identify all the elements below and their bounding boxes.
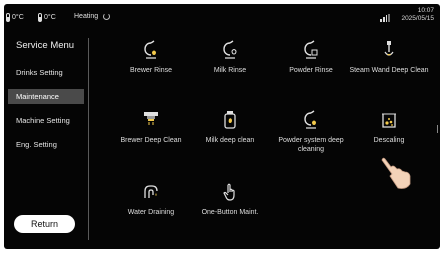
powder-rinse-icon bbox=[304, 40, 318, 59]
tile-label: Brewer Rinse bbox=[129, 67, 172, 74]
thermometer-icon bbox=[38, 13, 42, 22]
tile-label: Steam Wand Deep Clean bbox=[349, 67, 429, 74]
heating-label: Heating bbox=[74, 13, 99, 20]
tile-label: Powder system deep cleaning bbox=[278, 137, 344, 153]
loading-spinner-icon bbox=[103, 13, 111, 20]
tile-label: One-Button Maint. bbox=[201, 209, 259, 216]
sidebar-item-machine-setting[interactable]: Machine Setting bbox=[8, 113, 84, 128]
powder-deep-clean-icon bbox=[304, 110, 316, 129]
sidebar-divider bbox=[88, 38, 89, 240]
tile-milk-deep-clean[interactable]: Milk deep clean bbox=[185, 110, 275, 145]
sidebar-item-eng-setting[interactable]: Eng. Setting bbox=[8, 137, 84, 152]
clock-time: 10:07 bbox=[417, 7, 434, 14]
tile-milk-rinse[interactable]: Milk Rinse bbox=[185, 40, 275, 75]
tile-descaling[interactable]: Descaling bbox=[344, 110, 434, 145]
tile-label: Milk Rinse bbox=[213, 67, 247, 74]
scroll-indicator bbox=[437, 125, 440, 133]
thermometer-icon bbox=[6, 13, 10, 22]
milk-rinse-icon bbox=[223, 40, 237, 59]
tile-brewer-rinse[interactable]: Brewer Rinse bbox=[106, 40, 196, 75]
signal-icon bbox=[380, 14, 390, 22]
sidebar-item-maintenance[interactable]: Maintenance bbox=[8, 89, 84, 104]
tile-steam-wand-deep-clean[interactable]: Steam Wand Deep Clean bbox=[344, 40, 434, 75]
tile-label: Descaling bbox=[373, 137, 405, 144]
brewer-rinse-icon bbox=[144, 40, 156, 59]
tile-label: Water Draining bbox=[127, 209, 175, 216]
tile-brewer-deep-clean[interactable]: Brewer Deep Clean bbox=[106, 110, 196, 145]
descaling-icon bbox=[382, 113, 396, 128]
tile-label: Brewer Deep Clean bbox=[120, 137, 182, 144]
temperature-2: 0°C bbox=[38, 13, 56, 22]
steam-wand-icon bbox=[384, 41, 394, 56]
touch-screen: 0°C 0°C Heating 10:07 2025/05/15 Service… bbox=[4, 4, 440, 249]
tile-label: Powder Rinse bbox=[289, 67, 333, 74]
milk-deep-clean-icon bbox=[224, 111, 236, 129]
clock: 10:07 2025/05/15 bbox=[401, 7, 434, 23]
tile-label: Milk deep clean bbox=[205, 137, 255, 144]
sidebar-item-drinks-setting[interactable]: Drinks Setting bbox=[8, 65, 84, 80]
sidebar-title: Service Menu bbox=[16, 40, 75, 51]
tile-water-draining[interactable]: Water Draining bbox=[106, 182, 196, 217]
touch-hand-icon bbox=[223, 183, 235, 201]
temperature-2-value: 0°C bbox=[44, 14, 56, 21]
temperature-1: 0°C bbox=[6, 13, 24, 22]
return-button[interactable]: Return bbox=[14, 215, 75, 233]
tile-powder-system-deep-cleaning[interactable]: Powder system deep cleaning bbox=[266, 110, 356, 154]
water-draining-icon bbox=[144, 185, 158, 198]
status-bar: 0°C 0°C Heating 10:07 2025/05/15 bbox=[4, 4, 440, 32]
tile-one-button-maint[interactable]: One-Button Maint. bbox=[185, 182, 275, 217]
clock-date: 2025/05/15 bbox=[401, 15, 434, 22]
pointing-hand-cursor-icon bbox=[381, 157, 411, 189]
tile-powder-rinse[interactable]: Powder Rinse bbox=[266, 40, 356, 75]
sidebar: Service Menu Drinks Setting Maintenance … bbox=[4, 34, 86, 244]
brewer-deep-clean-icon bbox=[144, 112, 158, 125]
temperature-1-value: 0°C bbox=[12, 14, 24, 21]
heating-status: Heating bbox=[74, 13, 111, 20]
